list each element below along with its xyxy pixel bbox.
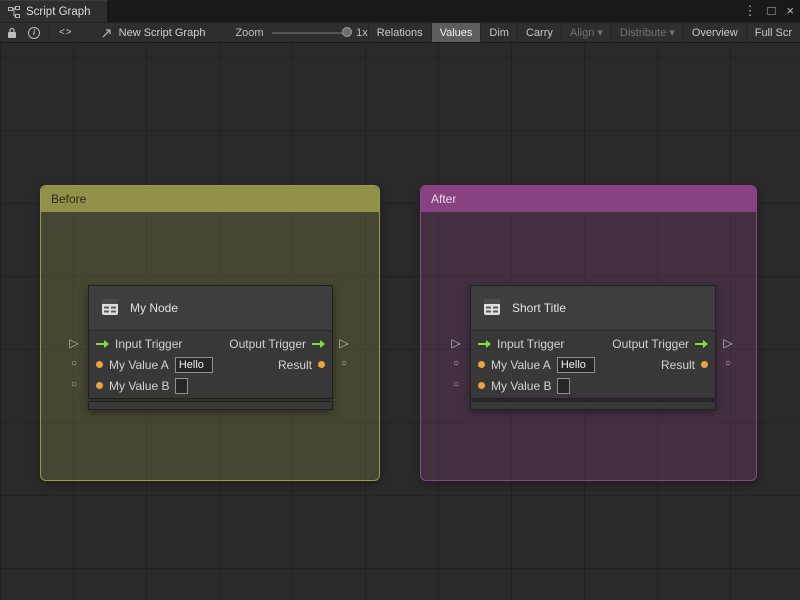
- graph-asset-icon: [101, 23, 113, 42]
- node-body: Input Trigger Output Trigger My Value A …: [89, 331, 332, 398]
- flow-arrow-icon[interactable]: [96, 339, 109, 349]
- result-port[interactable]: ○: [338, 358, 350, 370]
- window-tab-bar: Script Graph ⋮ □ ×: [0, 0, 800, 22]
- value-b-port[interactable]: ○: [450, 379, 462, 391]
- flow-output-port[interactable]: ▷: [338, 337, 350, 349]
- value-b-field[interactable]: [557, 377, 571, 394]
- flow-input-port[interactable]: ▷: [68, 337, 80, 349]
- flow-input-port[interactable]: ▷: [450, 337, 462, 349]
- port-label: Result: [277, 357, 312, 372]
- port-label: Output Trigger: [229, 336, 306, 351]
- node-title: My Node: [130, 301, 179, 315]
- value-a-field[interactable]: [174, 356, 213, 373]
- node-main: Short Title Input Trigger Output Trigger: [470, 285, 716, 399]
- value-dot-icon[interactable]: [318, 361, 325, 368]
- port-row: My Value B: [471, 375, 715, 396]
- port-row: My Value B: [89, 375, 332, 396]
- zoom-label: Zoom: [235, 26, 264, 39]
- node-my-node: My Node Input Trigger Output Trigger My …: [88, 285, 333, 410]
- flow-arrow-icon[interactable]: [312, 339, 325, 349]
- port-label: Input Trigger: [497, 336, 565, 351]
- port-label: Result: [660, 357, 695, 372]
- group-header[interactable]: After: [421, 186, 756, 212]
- port-label: My Value B: [109, 378, 170, 393]
- window-controls: ⋮ □ ×: [744, 0, 794, 22]
- window-menu-icon[interactable]: ⋮: [744, 0, 757, 22]
- distribute-dropdown[interactable]: Distribute ▾: [610, 23, 683, 42]
- lock-icon[interactable]: [7, 23, 17, 42]
- value-dot-icon[interactable]: [478, 361, 485, 368]
- maximize-icon[interactable]: □: [768, 0, 776, 22]
- group-header[interactable]: Before: [41, 186, 379, 212]
- port-label: My Value A: [491, 357, 551, 372]
- node-footer: [470, 401, 716, 410]
- result-port[interactable]: ○: [722, 358, 734, 370]
- edit-source-icon[interactable]: <>: [59, 23, 73, 42]
- values-button[interactable]: Values: [430, 23, 481, 42]
- value-a-field[interactable]: [556, 356, 595, 373]
- zoom-value: 1x: [356, 26, 368, 39]
- chevron-down-icon: ▾: [669, 26, 675, 39]
- graph-canvas[interactable]: Before After My Node Input Trigger Outpu…: [0, 43, 800, 600]
- node-short-title: Short Title Input Trigger Output Trigger: [470, 285, 716, 410]
- relations-button[interactable]: Relations: [367, 23, 431, 42]
- node-title: Short Title: [512, 301, 567, 315]
- node-main: My Node Input Trigger Output Trigger My …: [88, 285, 333, 399]
- carry-button[interactable]: Carry: [516, 23, 561, 42]
- toolbar-divider: [49, 26, 50, 39]
- zoom-slider-track[interactable]: [271, 32, 350, 34]
- group-title: After: [431, 192, 457, 206]
- value-b-port[interactable]: ○: [68, 379, 80, 391]
- value-dot-icon[interactable]: [478, 382, 485, 389]
- unit-icon: [481, 296, 503, 321]
- toolbar-buttons: Relations Values Dim Carry Align ▾ Distr…: [367, 23, 800, 42]
- port-row: My Value A Result: [471, 354, 715, 375]
- script-graph-icon: [8, 2, 20, 21]
- dim-button[interactable]: Dim: [480, 23, 517, 42]
- tab-title: Script Graph: [26, 5, 91, 18]
- flow-arrow-icon[interactable]: [695, 339, 708, 349]
- flow-arrow-icon[interactable]: [478, 339, 491, 349]
- unit-icon: [99, 296, 121, 321]
- value-dot-icon[interactable]: [701, 361, 708, 368]
- node-header[interactable]: My Node: [89, 286, 332, 331]
- port-label: My Value B: [491, 378, 552, 393]
- graph-breadcrumb-label: New Script Graph: [118, 26, 206, 39]
- node-header[interactable]: Short Title: [471, 286, 715, 331]
- align-dropdown[interactable]: Align ▾: [560, 23, 611, 42]
- flow-output-port[interactable]: ▷: [722, 337, 734, 349]
- node-body: Input Trigger Output Trigger My Value A …: [471, 331, 715, 398]
- value-a-port[interactable]: ○: [68, 358, 80, 370]
- port-row: Input Trigger Output Trigger: [89, 333, 332, 354]
- close-icon[interactable]: ×: [786, 0, 794, 22]
- graph-toolbar: i <> New Script Graph Zoom 1x Relations …: [0, 22, 800, 43]
- fullscreen-button[interactable]: Full Scr: [745, 23, 800, 42]
- zoom-slider-handle[interactable]: [341, 27, 352, 37]
- value-b-field[interactable]: [175, 377, 189, 394]
- chevron-down-icon: ▾: [597, 26, 603, 39]
- port-label: Output Trigger: [612, 336, 689, 351]
- zoom-slider[interactable]: [271, 23, 352, 42]
- info-icon[interactable]: i: [28, 23, 40, 42]
- value-dot-icon[interactable]: [96, 382, 103, 389]
- node-footer: [88, 401, 333, 410]
- tab-script-graph[interactable]: Script Graph: [0, 0, 107, 22]
- port-row: My Value A Result: [89, 354, 332, 375]
- group-title: Before: [51, 192, 87, 206]
- port-label: Input Trigger: [115, 336, 183, 351]
- value-a-port[interactable]: ○: [450, 358, 462, 370]
- port-row: Input Trigger Output Trigger: [471, 333, 715, 354]
- port-label: My Value A: [109, 357, 169, 372]
- graph-breadcrumb[interactable]: New Script Graph: [101, 23, 206, 42]
- overview-button[interactable]: Overview: [682, 23, 746, 42]
- value-dot-icon[interactable]: [96, 361, 103, 368]
